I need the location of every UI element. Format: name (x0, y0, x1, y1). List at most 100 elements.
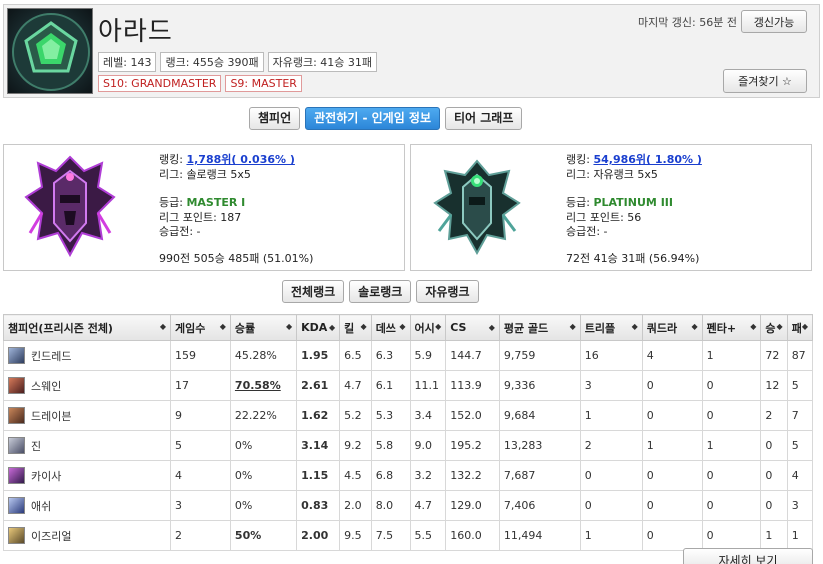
jhin-icon (8, 437, 25, 454)
solo-promo: 승급전: - (159, 225, 201, 238)
quadra-cell: 0 (641, 400, 703, 431)
refresh-button[interactable]: 갱신가능 (741, 10, 807, 33)
col-header-kills[interactable]: 킬 ◆ (339, 314, 372, 341)
col-header-penta[interactable]: 펜타+ ◆ (701, 314, 762, 341)
solo-ranking-label: 랭킹: (159, 153, 183, 166)
kills-cell: 2.0 (339, 490, 372, 521)
assists-cell: 5.5 (409, 520, 447, 551)
table-row: 스웨인 17 70.58% 2.61 4.7 6.1 11.1 113.9 9,… (2, 370, 814, 401)
triple-cell: 1 (579, 400, 643, 431)
deaths-cell: 6.1 (370, 370, 411, 401)
tab-tier-graph[interactable]: 티어 그래프 (445, 107, 523, 130)
champion-name[interactable]: 킨드레드 (31, 348, 71, 364)
flex-record-badge: 자유랭크: 41승 31패 (267, 52, 378, 72)
table-row: 이즈리얼 2 50% 2.00 9.5 7.5 5.5 160.0 11,494… (2, 520, 814, 551)
triple-cell: 0 (579, 460, 643, 491)
sort-icon: ◆ (360, 321, 367, 331)
sort-icon: ◆ (569, 321, 576, 331)
games-cell: 5 (170, 430, 231, 461)
deaths-cell: 6.8 (370, 460, 411, 491)
ezreal-icon (8, 527, 25, 544)
kda-cell: 1.15 (296, 460, 341, 491)
champion-name[interactable]: 이즈리얼 (31, 528, 71, 544)
games-cell: 3 (170, 490, 231, 521)
sort-icon: ◆ (219, 321, 226, 331)
sort-icon: ◆ (329, 323, 336, 332)
wins-cell: 12 (760, 370, 788, 401)
flex-league: 리그: 자유랭크 5x5 (566, 167, 658, 181)
profile-icon (7, 8, 93, 94)
solo-tier: MASTER I (186, 196, 246, 209)
winrate-cell: 50% (229, 520, 298, 551)
kda-cell: 0.83 (296, 490, 341, 521)
sort-icon: ◆ (776, 321, 783, 331)
champion-name[interactable]: 애쉬 (31, 498, 51, 514)
tab-champion[interactable]: 챔피언 (249, 107, 301, 130)
games-cell: 2 (170, 520, 231, 551)
solo-ranking-link[interactable]: 1,788위( 0.036% ) (186, 153, 294, 166)
sort-icon: ◆ (285, 321, 293, 331)
assists-cell: 3.2 (409, 460, 447, 491)
col-header-assists[interactable]: 어시 ◆ (409, 314, 447, 341)
penta-cell: 1 (701, 340, 762, 371)
champion-name[interactable]: 스웨인 (31, 378, 61, 394)
col-header-kda[interactable]: KDA ◆ (296, 314, 341, 341)
rank-record-badge: 랭크: 455승 390패 (160, 52, 264, 72)
champion-name[interactable]: 카이사 (31, 468, 61, 484)
quadra-cell: 0 (641, 490, 703, 521)
deaths-cell: 8.0 (370, 490, 411, 521)
show-more-button[interactable]: 자세히 보기 (683, 548, 813, 564)
assists-cell: 5.9 (409, 340, 447, 371)
champion-name[interactable]: 진 (31, 438, 41, 454)
col-header-games[interactable]: 게임수 ◆ (170, 314, 231, 341)
gold-cell: 9,759 (498, 340, 581, 371)
col-header-quadra[interactable]: 쿼드라 ◆ (641, 314, 703, 341)
col-header-gold[interactable]: 평균 골드 ◆ (498, 314, 581, 341)
winrate-cell: 45.28% (229, 340, 298, 371)
triple-cell: 16 (579, 340, 643, 371)
games-cell: 9 (170, 400, 231, 431)
queue-flex-button[interactable]: 자유랭크 (416, 280, 479, 303)
losses-cell: 5 (786, 370, 814, 401)
draven-icon (8, 407, 25, 424)
quadra-cell: 4 (641, 340, 703, 371)
queue-all-button[interactable]: 전체랭크 (282, 280, 345, 303)
champion-name[interactable]: 드레이븐 (31, 408, 71, 424)
penta-cell: 0 (701, 370, 762, 401)
queue-solo-button[interactable]: 솔로랭크 (349, 280, 412, 303)
kills-cell: 9.5 (339, 520, 372, 551)
losses-cell: 3 (786, 490, 814, 521)
assists-cell: 3.4 (409, 400, 447, 431)
losses-cell: 4 (786, 460, 814, 491)
queue-tabs: 전체랭크 솔로랭크 자유랭크 (282, 280, 479, 303)
col-header-losses[interactable]: 패 ◆ (786, 314, 814, 341)
kills-cell: 5.2 (339, 400, 372, 431)
ashe-icon (8, 497, 25, 514)
cs-cell: 144.7 (445, 340, 500, 371)
favorite-button[interactable]: 즐겨찾기 ☆ (723, 69, 807, 93)
tab-spectate[interactable]: 관전하기 - 인게임 정보 (305, 107, 440, 130)
losses-cell: 7 (786, 400, 814, 431)
solo-record: 990전 505승 485패 (51.01%) (159, 252, 314, 265)
flex-ranking-label: 랭킹: (566, 153, 590, 166)
flex-ranking-link[interactable]: 54,986위( 1.80% ) (593, 153, 701, 166)
col-header-wins[interactable]: 승 ◆ (760, 314, 788, 341)
gold-cell: 11,494 (498, 520, 581, 551)
col-header-deaths[interactable]: 데쓰 ◆ (370, 314, 411, 341)
col-header-cs[interactable]: CS ◆ (445, 314, 500, 341)
flex-tier: PLATINUM III (593, 196, 673, 209)
last-update-text: 마지막 갱신: 56분 전 (637, 16, 737, 29)
quadra-cell: 0 (641, 370, 703, 401)
sort-icon: ◆ (631, 321, 638, 331)
gold-cell: 7,406 (498, 490, 581, 521)
penta-cell: 0 (701, 490, 762, 521)
col-header-triple[interactable]: 트리플 ◆ (579, 314, 643, 341)
deaths-cell: 5.3 (370, 400, 411, 431)
winrate-cell: 22.22% (229, 400, 298, 431)
col-header-champion[interactable]: 챔피언(프리시즌 전체) ◆ (2, 314, 172, 341)
table-row: 킨드레드 159 45.28% 1.95 6.5 6.3 5.9 144.7 9… (2, 340, 814, 371)
col-header-winrate[interactable]: 승률 ◆ (229, 314, 298, 341)
triple-cell: 0 (579, 490, 643, 521)
kda-cell: 1.95 (296, 340, 341, 371)
sort-icon: ◆ (691, 321, 698, 331)
